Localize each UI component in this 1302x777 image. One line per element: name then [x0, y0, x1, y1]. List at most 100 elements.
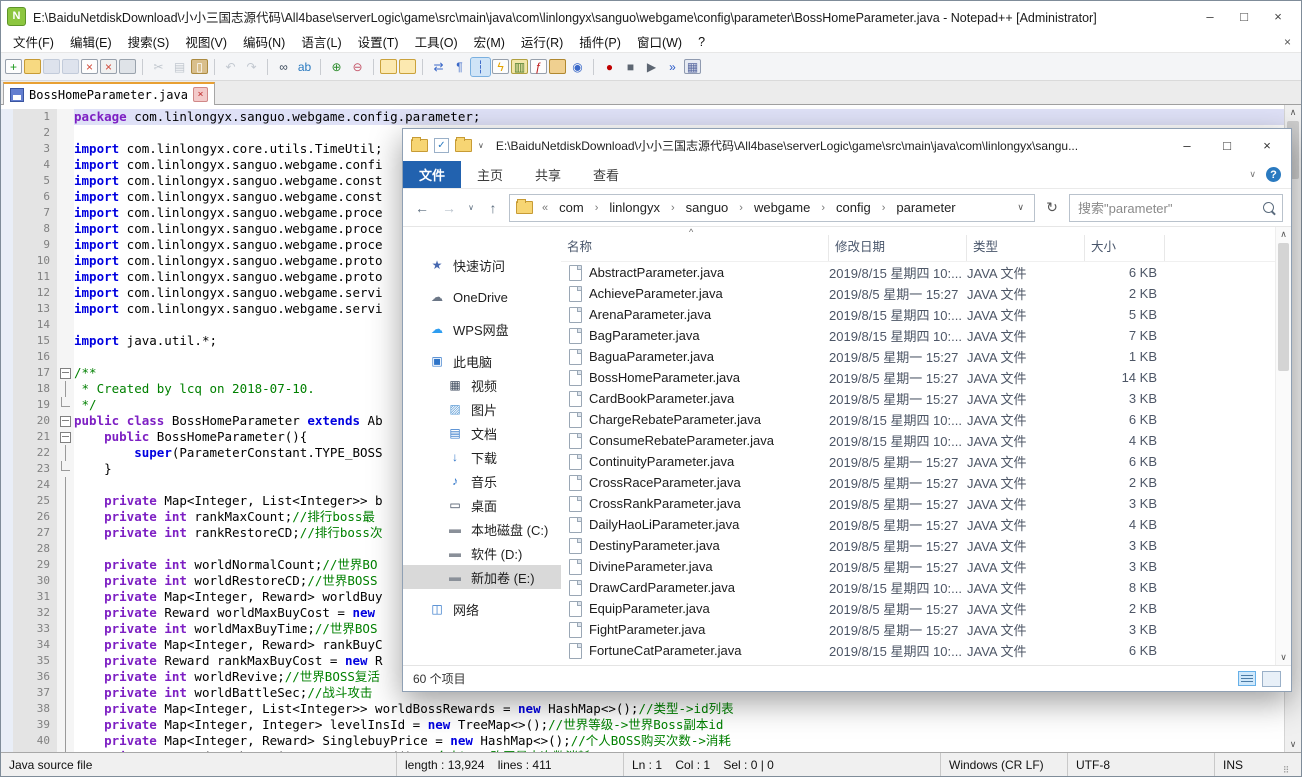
breadcrumb-segment-com[interactable]: com — [557, 200, 586, 215]
bookmark-margin[interactable] — [1, 189, 13, 205]
scroll-down-icon[interactable]: ∨ — [1285, 737, 1301, 752]
bookmark-margin[interactable] — [1, 557, 13, 573]
explorer-close-button[interactable]: × — [1247, 131, 1287, 159]
undo-icon[interactable]: ↶ — [221, 58, 240, 76]
print-icon[interactable] — [119, 59, 136, 74]
fold-margin[interactable] — [57, 557, 74, 573]
bookmark-margin[interactable] — [1, 669, 13, 685]
status-eol-format[interactable]: Windows (CR LF) — [941, 753, 1068, 776]
menu-item-7[interactable]: 设置(T) — [350, 30, 407, 53]
bookmark-margin[interactable] — [1, 317, 13, 333]
bookmark-margin[interactable] — [1, 125, 13, 141]
fold-margin[interactable] — [57, 157, 74, 173]
fold-margin[interactable] — [57, 717, 74, 733]
file-row-DailyHaoLiParameter.java[interactable]: DailyHaoLiParameter.java2019/8/5 星期一 15:… — [561, 514, 1291, 535]
fold-margin[interactable] — [57, 173, 74, 189]
bookmark-margin[interactable] — [1, 589, 13, 605]
zoom-in-icon[interactable]: ⊕ — [327, 58, 346, 76]
fold-margin[interactable] — [57, 365, 74, 381]
breadcrumb-segment-parameter[interactable]: parameter — [894, 200, 957, 215]
bookmark-margin[interactable] — [1, 445, 13, 461]
bookmark-margin[interactable] — [1, 429, 13, 445]
bookmark-margin[interactable] — [1, 205, 13, 221]
fold-margin[interactable] — [57, 477, 74, 493]
copy-icon[interactable]: ▤ — [170, 58, 189, 76]
file-row-CardBookParameter.java[interactable]: CardBookParameter.java2019/8/5 星期一 15:27… — [561, 388, 1291, 409]
fold-margin[interactable] — [57, 269, 74, 285]
sync-vertical-icon[interactable] — [380, 59, 397, 74]
sidebar-item-本地磁盘 (C:)[interactable]: ▬本地磁盘 (C:) — [403, 517, 561, 541]
file-row-DivineParameter.java[interactable]: DivineParameter.java2019/8/5 星期一 15:27JA… — [561, 556, 1291, 577]
shortcut-icon[interactable]: ϟ — [492, 59, 509, 74]
sidebar-item-图片[interactable]: ▨图片 — [403, 397, 561, 421]
fold-margin[interactable] — [57, 445, 74, 461]
fold-collapse-icon[interactable] — [60, 368, 71, 379]
show-all-chars-icon[interactable]: ¶ — [450, 58, 469, 76]
fold-margin[interactable] — [57, 301, 74, 317]
fold-margin[interactable] — [57, 749, 74, 752]
forward-icon[interactable]: → — [438, 197, 460, 219]
sidebar-item-OneDrive[interactable]: ☁OneDrive — [403, 285, 561, 309]
fold-margin[interactable] — [57, 349, 74, 365]
list-scrollbar-thumb[interactable] — [1278, 243, 1289, 371]
bookmark-margin[interactable] — [1, 269, 13, 285]
menu-item-4[interactable]: 视图(V) — [177, 30, 235, 53]
save-icon[interactable] — [43, 59, 60, 74]
menu-item-3[interactable]: 搜索(S) — [120, 30, 178, 53]
zoom-out-icon[interactable]: ⊖ — [348, 58, 367, 76]
sidebar-item-桌面[interactable]: ▭桌面 — [403, 493, 561, 517]
bookmark-margin[interactable] — [1, 285, 13, 301]
column-header-类型[interactable]: 类型 — [967, 235, 1085, 261]
fold-margin[interactable] — [57, 141, 74, 157]
bookmark-margin[interactable] — [1, 461, 13, 477]
macro-save-icon[interactable]: ▦ — [684, 59, 701, 74]
bookmark-margin[interactable] — [1, 477, 13, 493]
ribbon-tab-查看[interactable]: 查看 — [577, 161, 635, 188]
fold-margin[interactable] — [57, 541, 74, 557]
column-header-大小[interactable]: 大小 — [1085, 235, 1165, 261]
fold-margin[interactable] — [57, 685, 74, 701]
new-file-icon[interactable]: + — [5, 59, 22, 74]
indent-guide-icon[interactable]: ┆ — [471, 58, 490, 76]
fold-margin[interactable] — [57, 413, 74, 429]
ribbon-tab-主页[interactable]: 主页 — [461, 161, 519, 188]
bookmark-margin[interactable] — [1, 653, 13, 669]
sidebar-item-下载[interactable]: ↓下载 — [403, 445, 561, 469]
bookmark-margin[interactable] — [1, 333, 13, 349]
details-view-icon[interactable] — [1238, 671, 1256, 686]
bookmark-margin[interactable] — [1, 109, 13, 125]
status-encoding[interactable]: UTF-8 — [1068, 753, 1215, 776]
replace-icon[interactable]: ab — [295, 58, 314, 76]
bookmark-margin[interactable] — [1, 605, 13, 621]
fold-margin[interactable] — [57, 637, 74, 653]
properties-check-icon[interactable]: ✓ — [434, 138, 449, 153]
fold-margin[interactable] — [57, 733, 74, 749]
address-dropdown-chevron-icon[interactable]: ∨ — [1013, 202, 1028, 213]
fold-collapse-icon[interactable] — [60, 416, 71, 427]
sidebar-item-此电脑[interactable]: ▣此电脑 — [403, 349, 561, 373]
macro-stop-icon[interactable]: ■ — [621, 58, 640, 76]
file-row-AchieveParameter.java[interactable]: AchieveParameter.java2019/8/5 星期一 15:27J… — [561, 283, 1291, 304]
breadcrumb-segment-linlongyx[interactable]: linlongyx — [607, 200, 662, 215]
fold-margin[interactable] — [57, 669, 74, 685]
fold-margin[interactable] — [57, 701, 74, 717]
bookmark-margin[interactable] — [1, 573, 13, 589]
sidebar-item-音乐[interactable]: ♪音乐 — [403, 469, 561, 493]
menu-item-6[interactable]: 语言(L) — [293, 30, 349, 53]
file-row-BossHomeParameter.java[interactable]: BossHomeParameter.java2019/8/5 星期一 15:27… — [561, 367, 1291, 388]
bookmark-margin[interactable] — [1, 397, 13, 413]
fold-margin[interactable] — [57, 525, 74, 541]
bookmark-margin[interactable] — [1, 637, 13, 653]
folder-as-workspace-icon[interactable] — [549, 59, 566, 74]
fold-margin[interactable] — [57, 509, 74, 525]
fold-margin[interactable] — [57, 605, 74, 621]
bookmark-margin[interactable] — [1, 685, 13, 701]
file-row-DrawCardParameter.java[interactable]: DrawCardParameter.java2019/8/15 星期四 10:.… — [561, 577, 1291, 598]
close-all-docs-icon[interactable]: × — [100, 59, 117, 74]
back-icon[interactable]: ← — [411, 197, 433, 219]
list-scroll-up-icon[interactable]: ∧ — [1276, 227, 1291, 242]
macro-run-multiple-icon[interactable]: » — [663, 58, 682, 76]
fold-margin[interactable] — [57, 253, 74, 269]
doc-map-icon[interactable]: ▥ — [511, 59, 528, 74]
fold-margin[interactable] — [57, 109, 74, 125]
